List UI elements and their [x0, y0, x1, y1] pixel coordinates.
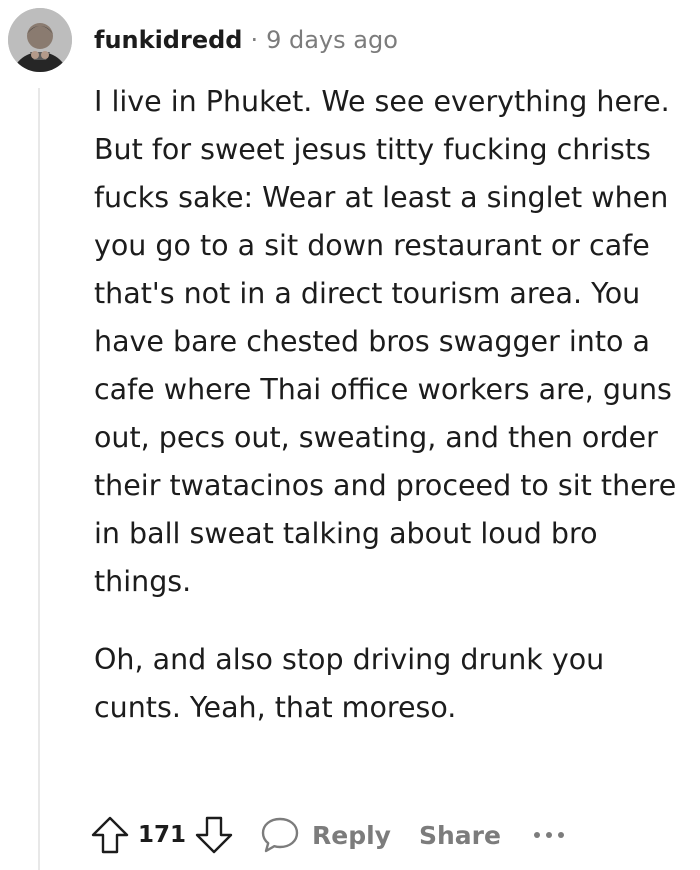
meta-separator: ·: [250, 26, 259, 54]
thread-line[interactable]: [38, 88, 40, 870]
timestamp-link[interactable]: 9 days ago: [266, 26, 398, 54]
comment-body: I live in Phuket. We see everything here…: [94, 78, 684, 732]
username-link[interactable]: funkidredd: [94, 26, 242, 54]
downvote-button[interactable]: [192, 813, 236, 857]
upvote-arrow-icon: [91, 816, 129, 854]
comment-meta: funkidredd · 9 days ago: [94, 22, 398, 58]
more-horizontal-icon: [533, 832, 564, 838]
avatar-photo: [8, 8, 72, 72]
comment-paragraph: Oh, and also stop driving drunk you cunt…: [94, 643, 605, 724]
downvote-arrow-icon: [195, 816, 233, 854]
vote-count: 171: [138, 822, 187, 848]
comment-actions: 171 Reply Share: [88, 808, 569, 862]
speech-bubble-icon: [261, 817, 299, 853]
reply-button[interactable]: Reply: [258, 814, 391, 856]
share-label: Share: [418, 820, 501, 850]
comment: funkidredd · 9 days ago I live in Phuket…: [0, 0, 700, 870]
upvote-button[interactable]: [88, 813, 132, 857]
share-button[interactable]: Share: [419, 821, 501, 850]
comment-paragraph: I live in Phuket. We see everything here…: [94, 85, 677, 598]
avatar[interactable]: [8, 8, 72, 72]
more-options-button[interactable]: [529, 825, 569, 845]
reply-label: Reply: [312, 820, 391, 850]
